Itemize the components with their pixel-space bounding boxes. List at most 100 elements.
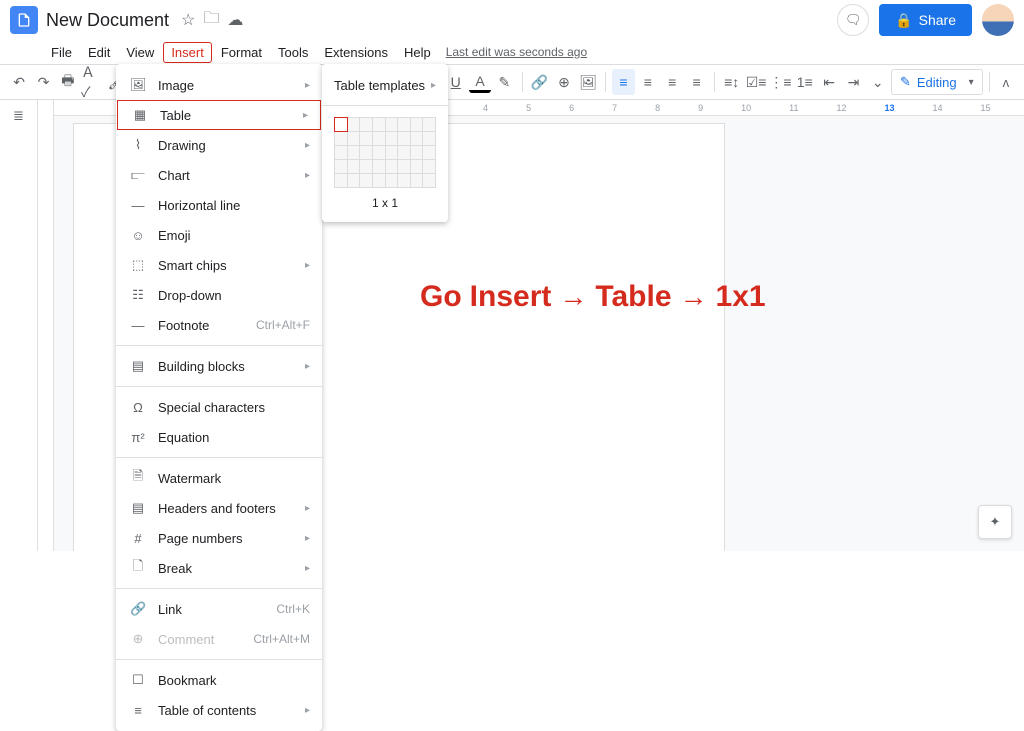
document-outline-toggle[interactable]: ≣ — [0, 100, 38, 551]
document-title[interactable]: New Document — [46, 10, 169, 31]
insert-item-emoji[interactable]: ☺Emoji — [116, 220, 322, 250]
bulleted-list-icon[interactable]: ⋮≡ — [769, 69, 791, 95]
docs-app-icon[interactable] — [10, 6, 38, 34]
explore-button[interactable]: ✦ — [978, 505, 1012, 539]
checklist-icon[interactable]: ☑≡ — [745, 69, 767, 95]
insert-item-link[interactable]: 🔗LinkCtrl+K — [116, 594, 322, 624]
menu-insert[interactable]: Insert — [163, 42, 212, 63]
menu-tools[interactable]: Tools — [271, 43, 315, 62]
grid-cell[interactable] — [385, 132, 398, 146]
undo-icon[interactable]: ↶ — [8, 69, 30, 95]
align-right-icon[interactable]: ≡ — [661, 69, 683, 95]
grid-cell[interactable] — [398, 160, 411, 174]
menu-format[interactable]: Format — [214, 43, 269, 62]
insert-item-special-characters[interactable]: ΩSpecial characters — [116, 392, 322, 422]
menu-extensions[interactable]: Extensions — [317, 43, 395, 62]
menu-help[interactable]: Help — [397, 43, 438, 62]
grid-cell[interactable] — [410, 146, 423, 160]
comment-history-icon[interactable]: 🗨 — [837, 4, 869, 36]
grid-cell[interactable] — [372, 118, 385, 132]
insert-item-headers-and-footers[interactable]: ▤Headers and footers▸ — [116, 493, 322, 523]
grid-cell[interactable] — [385, 146, 398, 160]
grid-cell[interactable] — [398, 118, 411, 132]
grid-cell[interactable] — [410, 118, 423, 132]
grid-cell[interactable] — [423, 132, 436, 146]
redo-icon[interactable]: ↷ — [32, 69, 54, 95]
menu-edit[interactable]: Edit — [81, 43, 117, 62]
insert-item-page-numbers[interactable]: #Page numbers▸ — [116, 523, 322, 553]
grid-cell[interactable] — [372, 146, 385, 160]
grid-cell[interactable] — [360, 132, 373, 146]
grid-cell[interactable] — [423, 118, 436, 132]
mode-button[interactable]: ✎ Editing ▾ — [891, 69, 983, 95]
insert-item-table[interactable]: ▦Table▸ — [117, 100, 321, 130]
grid-cell[interactable] — [372, 174, 385, 188]
grid-cell[interactable] — [347, 132, 360, 146]
grid-cell[interactable] — [360, 118, 373, 132]
spellcheck-icon[interactable]: Ａ✓ — [81, 69, 103, 95]
avatar[interactable] — [982, 4, 1014, 36]
grid-cell[interactable] — [372, 132, 385, 146]
grid-cell[interactable] — [360, 146, 373, 160]
insert-item-smart-chips[interactable]: ⬚Smart chips▸ — [116, 250, 322, 280]
align-center-icon[interactable]: ≡ — [637, 69, 659, 95]
insert-image-icon[interactable]: 🖼 — [577, 69, 599, 95]
last-edit-info[interactable]: Last edit was seconds ago — [446, 45, 587, 59]
grid-cell[interactable] — [335, 146, 348, 160]
line-spacing-icon[interactable]: ≡↕ — [721, 69, 743, 95]
insert-item-break[interactable]: 🗋Break▸ — [116, 553, 322, 583]
star-icon[interactable]: ☆ — [181, 10, 195, 30]
grid-cell[interactable] — [372, 160, 385, 174]
grid-cell[interactable] — [398, 174, 411, 188]
clear-formatting-icon[interactable]: ⌄ — [867, 69, 889, 95]
grid-cell[interactable] — [347, 118, 360, 132]
grid-cell[interactable] — [410, 132, 423, 146]
add-comment-icon[interactable]: ⊕ — [553, 69, 575, 95]
grid-cell[interactable] — [335, 160, 348, 174]
grid-cell[interactable] — [360, 160, 373, 174]
insert-item-footnote[interactable]: —FootnoteCtrl+Alt+F — [116, 310, 322, 340]
grid-cell[interactable] — [360, 174, 373, 188]
insert-item-chart[interactable]: ⫍Chart▸ — [116, 160, 322, 190]
insert-item-drop-down[interactable]: ☷Drop-down — [116, 280, 322, 310]
grid-cell[interactable] — [398, 132, 411, 146]
increase-indent-icon[interactable]: ⇥ — [842, 69, 864, 95]
grid-cell[interactable] — [398, 146, 411, 160]
grid-cell[interactable] — [423, 160, 436, 174]
insert-item-building-blocks[interactable]: ▤Building blocks▸ — [116, 351, 322, 381]
table-size-grid[interactable] — [322, 111, 448, 192]
grid-cell[interactable] — [410, 160, 423, 174]
move-folder-icon[interactable]: 🗀 — [203, 7, 219, 34]
insert-item-drawing[interactable]: ⌇Drawing▸ — [116, 130, 322, 160]
link-icon[interactable]: 🔗 — [528, 69, 550, 95]
insert-item-horizontal-line[interactable]: —Horizontal line — [116, 190, 322, 220]
share-button[interactable]: 🔒 Share — [879, 4, 972, 36]
menu-file[interactable]: File — [44, 43, 79, 62]
align-left-icon[interactable]: ≡ — [612, 69, 634, 95]
grid-cell[interactable] — [335, 174, 348, 188]
insert-item-image[interactable]: 🖼Image▸ — [116, 70, 322, 100]
grid-cell[interactable] — [347, 160, 360, 174]
grid-cell[interactable] — [347, 146, 360, 160]
grid-cell[interactable] — [385, 160, 398, 174]
insert-item-table-of-contents[interactable]: ≡Table of contents▸ — [116, 695, 322, 725]
print-icon[interactable]: 🖶 — [57, 69, 79, 95]
grid-cell[interactable] — [423, 146, 436, 160]
grid-cell[interactable] — [385, 174, 398, 188]
menu-view[interactable]: View — [119, 43, 161, 62]
insert-item-watermark[interactable]: 🗎Watermark — [116, 463, 322, 493]
highlight-icon[interactable]: ✎ — [493, 69, 515, 95]
grid-cell[interactable] — [335, 132, 348, 146]
insert-item-bookmark[interactable]: ☐Bookmark — [116, 665, 322, 695]
grid-cell[interactable] — [410, 174, 423, 188]
numbered-list-icon[interactable]: 1≡ — [794, 69, 816, 95]
align-justify-icon[interactable]: ≡ — [685, 69, 707, 95]
collapse-toolbar-icon[interactable]: ʌ — [996, 69, 1017, 95]
insert-item-equation[interactable]: π²Equation — [116, 422, 322, 452]
table-templates-item[interactable]: Table templates ▸ — [322, 70, 448, 100]
grid-cell[interactable] — [385, 118, 398, 132]
grid-cell[interactable] — [423, 174, 436, 188]
decrease-indent-icon[interactable]: ⇤ — [818, 69, 840, 95]
text-color-icon[interactable]: A — [469, 71, 491, 93]
grid-cell[interactable] — [347, 174, 360, 188]
